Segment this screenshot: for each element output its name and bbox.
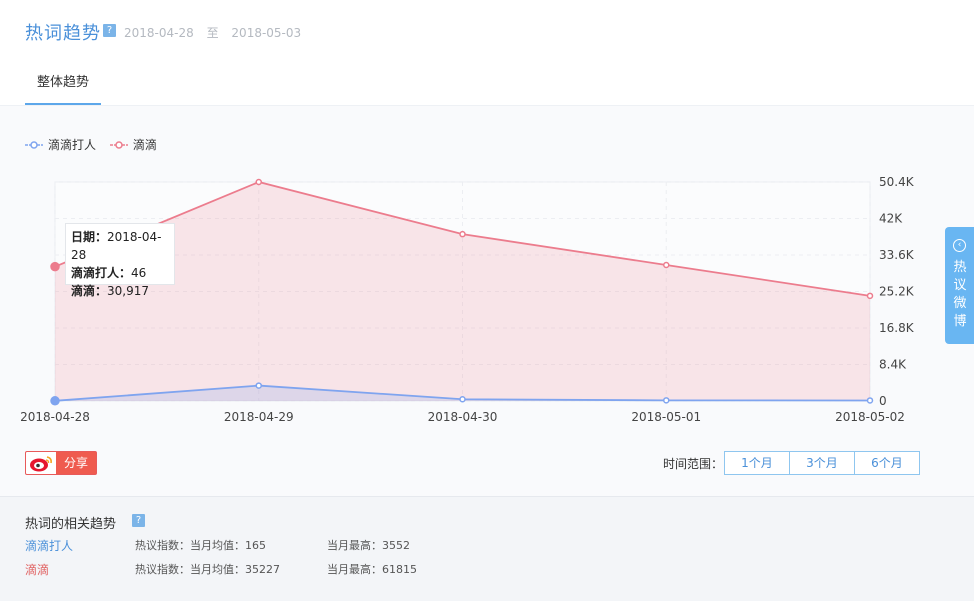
tooltip-series-2-value: 30,917 (107, 284, 150, 298)
weibo-logo-icon (30, 456, 52, 472)
side-tab-char: 博 (953, 314, 967, 329)
related-max-index: 当月最高：3552 (327, 539, 410, 552)
related-avg-index: 热议指数：当月均值：35227 (135, 563, 280, 576)
data-point (50, 261, 60, 272)
related-trends-panel: 热词的相关趋势 ? 滴滴打人 热议指数：当月均值：165 当月最高：3552 滴… (0, 496, 974, 601)
data-point (255, 382, 262, 389)
related-avg-index: 热议指数：当月均值：165 (135, 539, 266, 552)
y-tick-label: 42K (879, 212, 903, 226)
x-tick-label: 2018-04-28 (20, 410, 90, 424)
y-tick-label: 25.2K (879, 285, 915, 299)
data-point (459, 230, 466, 238)
tooltip-series-2-key: 滴滴： (71, 284, 108, 298)
y-tick-label: 16.8K (879, 321, 915, 335)
range-3-month-button[interactable]: 3个月 (790, 452, 855, 474)
y-tick-label: 0 (879, 394, 887, 408)
help-icon[interactable]: ? (132, 514, 145, 527)
x-tick-label: 2018-04-30 (428, 410, 498, 424)
y-tick-label: 8.4K (879, 358, 907, 372)
time-range-selector: 1个月 3个月 6个月 (724, 451, 920, 475)
side-tab-label: 热 议 微 博 (953, 259, 967, 331)
range-6-month-button[interactable]: 6个月 (855, 452, 919, 474)
chart-tooltip: 日期：2018-04-28 滴滴打人：46 滴滴：30,917 (65, 223, 175, 298)
y-tick-label: 33.6K (879, 248, 915, 262)
tooltip-series-1-key: 滴滴打人： (71, 266, 132, 280)
y-tick-label: 50.4K (879, 175, 915, 189)
related-keyword-link[interactable]: 滴滴打人 (25, 537, 125, 554)
side-tab-char: 热 (953, 260, 967, 275)
data-point (50, 396, 60, 406)
data-point (255, 178, 262, 186)
arrow-left-icon: ‹ (953, 239, 966, 252)
data-point (663, 261, 670, 269)
side-tab-char: 议 (953, 278, 967, 293)
data-point (866, 292, 874, 300)
data-point (866, 397, 874, 404)
range-1-month-button[interactable]: 1个月 (725, 452, 790, 474)
trend-chart: 0 8.4K 16.8K 25.2K 33.6K 42K 50.4K 2018-04-28 20… (20, 175, 915, 424)
x-tick-label: 2018-05-02 (835, 410, 905, 424)
related-trends-title: 热词的相关趋势 (25, 517, 117, 532)
tooltip-series-1-value: 46 (131, 266, 147, 280)
tooltip-date-key: 日期： (71, 230, 108, 244)
x-tick-label: 2018-04-29 (224, 410, 294, 424)
time-range-label: 时间范围： (663, 457, 724, 471)
related-max-index: 当月最高：61815 (327, 563, 417, 576)
x-tick-label: 2018-05-01 (631, 410, 701, 424)
share-button[interactable]: 分享 (25, 451, 97, 475)
hot-weibo-side-tab[interactable]: ‹ 热 议 微 博 (945, 227, 974, 344)
data-point (459, 396, 466, 403)
related-keyword-link[interactable]: 滴滴 (25, 561, 125, 578)
share-label: 分享 (56, 452, 96, 474)
data-point (663, 397, 670, 404)
side-tab-char: 微 (953, 296, 967, 311)
